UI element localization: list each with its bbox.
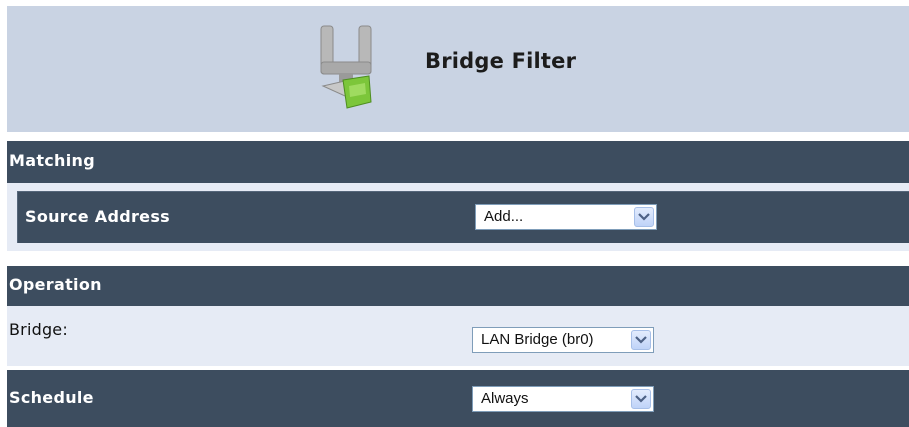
schedule-row: Schedule Always: [7, 370, 909, 427]
bridge-label: Bridge:: [9, 320, 68, 339]
chevron-down-icon[interactable]: [631, 330, 651, 350]
chevron-down-icon[interactable]: [634, 207, 654, 227]
operation-heading: Operation: [9, 275, 102, 294]
source-address-box: Source Address Add...: [17, 191, 909, 243]
bridge-value: LAN Bridge (br0): [481, 331, 594, 348]
source-address-select[interactable]: Add...: [475, 204, 657, 230]
schedule-label: Schedule: [9, 388, 94, 407]
bridge-filter-icon: [320, 25, 372, 109]
source-address-label: Source Address: [25, 207, 170, 226]
operation-section-header: Operation: [7, 266, 909, 306]
bridge-select[interactable]: LAN Bridge (br0): [472, 327, 654, 353]
schedule-value: Always: [481, 390, 529, 407]
chevron-down-icon[interactable]: [631, 389, 651, 409]
page-header: Bridge Filter: [7, 6, 909, 132]
page-title: Bridge Filter: [425, 49, 577, 73]
matching-section-header: Matching: [7, 141, 909, 183]
matching-heading: Matching: [9, 151, 95, 170]
source-address-value: Add...: [484, 208, 524, 225]
schedule-select[interactable]: Always: [472, 386, 654, 412]
bridge-filter-page: Bridge Filter Matching Source Address Ad…: [0, 0, 909, 427]
bridge-row: Bridge: LAN Bridge (br0): [7, 306, 909, 366]
source-address-row: Source Address Add...: [7, 183, 909, 251]
